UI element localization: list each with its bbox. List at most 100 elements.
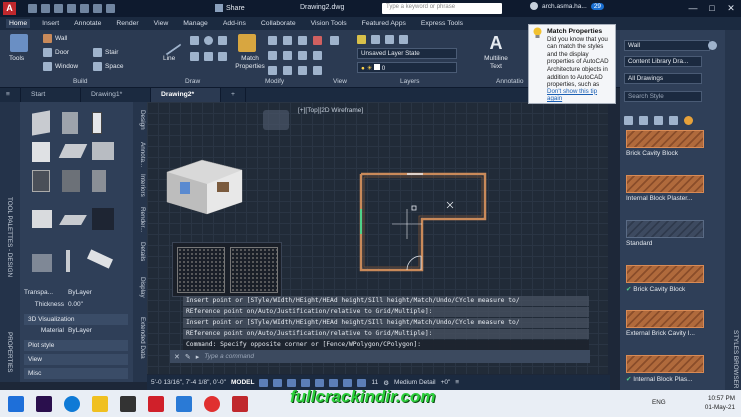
sort-icon[interactable] xyxy=(669,116,678,125)
styles-browser-label[interactable]: STYLES BROWSER xyxy=(727,330,739,388)
material-icon[interactable] xyxy=(684,116,693,125)
filter-icon[interactable] xyxy=(654,116,663,125)
minimize-button[interactable]: — xyxy=(684,1,702,15)
style-type-select[interactable]: Wall xyxy=(624,40,710,51)
saveas-icon[interactable] xyxy=(67,4,76,13)
viewcube[interactable] xyxy=(263,110,289,130)
style-item[interactable]: ✔ Brick Cavity Block xyxy=(626,265,718,304)
palette-tab-interiors[interactable]: Interiors xyxy=(134,174,146,197)
stretch-icon[interactable] xyxy=(268,66,277,75)
style-search-input[interactable]: Search Style xyxy=(624,91,702,102)
customize-icon[interactable]: ✎ xyxy=(185,353,191,361)
style-item[interactable]: External Brick Cavity I... xyxy=(626,310,718,349)
undo-icon[interactable] xyxy=(93,4,102,13)
tip-dismiss-link[interactable]: Don't show this tip again xyxy=(547,88,611,103)
autocad-app-icon[interactable] xyxy=(232,395,248,412)
opening-2-tool-icon[interactable] xyxy=(62,170,80,192)
file-explorer-icon[interactable] xyxy=(92,395,108,412)
window-assembly-tool-icon[interactable] xyxy=(92,142,114,160)
current-layer-select[interactable]: ● ☀ 0 xyxy=(357,62,457,73)
open-icon[interactable] xyxy=(41,4,50,13)
line-icon[interactable] xyxy=(156,30,182,56)
ortho-icon[interactable] xyxy=(287,378,297,387)
wall-button[interactable]: Wall xyxy=(43,34,67,43)
store-app-icon[interactable] xyxy=(120,395,136,412)
properties-label[interactable]: PROPERTIES xyxy=(1,332,13,372)
layer-properties-icon[interactable] xyxy=(357,35,366,44)
mirror-icon[interactable] xyxy=(283,51,292,60)
prop-category-misc[interactable]: Misc xyxy=(24,368,128,379)
polar-icon[interactable] xyxy=(301,378,311,387)
polyline-icon[interactable] xyxy=(190,36,199,45)
offset-icon[interactable] xyxy=(313,66,322,75)
list-view-icon[interactable] xyxy=(624,116,633,125)
style-item[interactable]: Brick Cavity Block xyxy=(626,130,718,169)
window-button[interactable]: Window xyxy=(43,62,78,71)
layer-isolate-icon[interactable] xyxy=(385,35,394,44)
arc-icon[interactable] xyxy=(218,36,227,45)
match-properties-label[interactable]: Match Properties xyxy=(233,55,267,71)
rectangle-icon[interactable] xyxy=(190,52,199,61)
snap-icon[interactable] xyxy=(273,378,283,387)
circle-icon[interactable] xyxy=(204,36,213,45)
fillet-icon[interactable] xyxy=(298,51,307,60)
help-search-input[interactable]: Type a keyword or phrase xyxy=(382,3,502,14)
system-clock[interactable]: 10:57 PM 01-May-21 xyxy=(705,394,735,412)
prop-row-material[interactable]: Material ByLayer xyxy=(24,327,92,334)
tools-icon[interactable] xyxy=(10,34,28,52)
new-tab-icon[interactable]: + xyxy=(221,88,246,102)
elevation-value[interactable]: +0" xyxy=(441,379,451,386)
otrack-icon[interactable] xyxy=(329,378,339,387)
mail-app-icon[interactable] xyxy=(176,395,192,412)
close-button[interactable]: ✕ xyxy=(722,1,740,15)
plot-icon[interactable] xyxy=(80,4,89,13)
settings-icon[interactable]: ⚙ xyxy=(383,379,389,387)
prop-row-thickness[interactable]: Thickness 0.00" xyxy=(24,301,83,308)
palette-tab-render[interactable]: Render... xyxy=(134,207,146,233)
space-button[interactable]: Space xyxy=(93,62,123,71)
menu-icon[interactable]: ≡ xyxy=(455,379,459,386)
annotation-scale-icon[interactable] xyxy=(357,378,367,387)
door-button[interactable]: Door xyxy=(43,48,69,57)
detail-level-select[interactable]: Medium Detail xyxy=(394,379,436,386)
hatch-icon[interactable] xyxy=(204,52,213,61)
start-menu-icon[interactable]: ≡ xyxy=(0,88,21,102)
tab-collaborate[interactable]: Collaborate xyxy=(258,19,299,28)
rotate-icon[interactable] xyxy=(283,36,292,45)
tab-annotate[interactable]: Annotate xyxy=(71,19,104,28)
tab-view[interactable]: View xyxy=(151,19,172,28)
chrome-app-icon[interactable] xyxy=(204,395,220,412)
beam-tool-icon[interactable] xyxy=(87,249,113,269)
viewport-controls[interactable]: [+][Top][2D Wireframe] xyxy=(298,107,363,114)
layer-off-icon[interactable] xyxy=(399,35,408,44)
style-item[interactable]: Standard xyxy=(626,220,718,259)
tab-vision-tools[interactable]: Vision Tools xyxy=(308,19,350,28)
style-item[interactable]: Internal Block Plaster... xyxy=(626,175,718,214)
stair-tool-icon[interactable] xyxy=(92,208,114,230)
lineweight-icon[interactable] xyxy=(343,378,353,387)
drawings-filter-select[interactable]: All Drawings xyxy=(624,73,702,84)
scale-icon[interactable] xyxy=(283,66,292,75)
windows-start-icon[interactable] xyxy=(8,395,24,412)
curtain-wall-tool-icon[interactable] xyxy=(62,112,78,134)
multiline-text-label[interactable]: Multiline Text xyxy=(481,55,511,71)
notification-badge[interactable]: 29 xyxy=(590,2,605,10)
erase-icon[interactable] xyxy=(313,36,322,45)
thumbnail-view-icon[interactable] xyxy=(639,116,648,125)
edge-app-icon[interactable] xyxy=(64,395,80,412)
tab-manage[interactable]: Manage xyxy=(180,19,211,28)
new-icon[interactable] xyxy=(28,4,37,13)
model-space-button[interactable]: MODEL xyxy=(231,379,254,386)
style-item[interactable]: ✔ Internal Block Plas... xyxy=(626,355,718,394)
view-icon[interactable] xyxy=(330,36,339,45)
tab-addins[interactable]: Add-ins xyxy=(220,19,249,28)
refresh-icon[interactable] xyxy=(708,41,717,50)
roof-tool-icon[interactable] xyxy=(59,215,87,225)
boundary-icon[interactable] xyxy=(218,52,227,61)
recent-commands-icon[interactable]: ▸ xyxy=(196,353,200,361)
tab-start[interactable]: Start xyxy=(21,88,81,102)
redo-icon[interactable] xyxy=(106,4,115,13)
content-library-select[interactable]: Content Library Dra... xyxy=(624,56,702,67)
door-window-tool-icon[interactable] xyxy=(32,170,50,192)
palette-tab-annotation[interactable]: Annota... xyxy=(134,142,146,167)
